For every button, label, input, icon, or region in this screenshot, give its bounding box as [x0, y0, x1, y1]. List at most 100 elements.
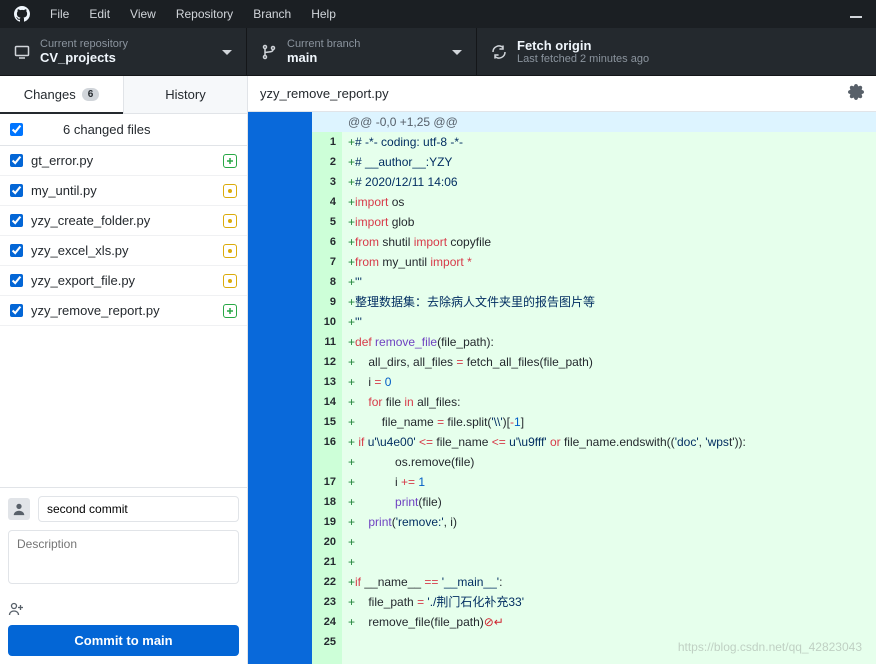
tab-history[interactable]: History	[123, 76, 247, 114]
commit-button[interactable]: Commit to main	[8, 625, 239, 656]
diff-code: @@ -0,0 +1,25 @@+# -*- coding: utf-8 -*-…	[342, 112, 876, 664]
current-branch-dropdown[interactable]: Current branch main	[247, 28, 477, 75]
code-line: +from my_until import *	[342, 252, 876, 272]
line-number: 10	[312, 312, 342, 332]
menu-bar: File Edit View Repository Branch Help	[0, 0, 876, 28]
current-repository-dropdown[interactable]: Current repository CV_projects	[0, 28, 247, 75]
monitor-icon	[14, 44, 30, 60]
code-line: +from shutil import copyfile	[342, 232, 876, 252]
file-row[interactable]: yzy_remove_report.py	[0, 296, 247, 326]
menu-edit[interactable]: Edit	[89, 7, 110, 21]
line-number: 17	[312, 472, 342, 492]
file-row[interactable]: yzy_export_file.py	[0, 266, 247, 296]
sync-icon	[491, 44, 507, 60]
add-coauthor-button[interactable]	[8, 597, 239, 625]
line-number: 1	[312, 132, 342, 152]
line-number: 3	[312, 172, 342, 192]
line-number: 22	[312, 572, 342, 592]
line-number: 23	[312, 592, 342, 612]
sidebar-tabs: Changes 6 History	[0, 76, 247, 114]
file-checkbox[interactable]	[10, 184, 23, 197]
fetch-label: Fetch origin	[517, 38, 649, 53]
branch-label: Current branch	[287, 38, 360, 50]
tab-changes[interactable]: Changes 6	[0, 76, 123, 114]
file-checkbox[interactable]	[10, 154, 23, 167]
repo-label: Current repository	[40, 38, 128, 50]
code-line: +	[342, 552, 876, 572]
file-checkbox[interactable]	[10, 274, 23, 287]
file-name: gt_error.py	[31, 153, 223, 168]
line-number: 14	[312, 392, 342, 412]
status-added-icon	[223, 154, 237, 168]
commit-summary-input[interactable]	[38, 496, 239, 522]
code-line: +import glob	[342, 212, 876, 232]
menu-branch[interactable]: Branch	[253, 7, 291, 21]
code-line: +'''	[342, 312, 876, 332]
window-minimize-icon[interactable]	[850, 10, 862, 18]
status-modified-icon	[223, 274, 237, 288]
line-number: 6	[312, 232, 342, 252]
file-list: gt_error.py my_until.pyyzy_create_folder.…	[0, 146, 247, 326]
tab-history-label: History	[165, 87, 205, 102]
code-line: + os.remove(file)	[342, 452, 876, 472]
diff-area: yzy_remove_report.py 1234567891011121314…	[248, 76, 876, 664]
line-number: 2	[312, 152, 342, 172]
diff-gutter-old	[248, 112, 312, 664]
line-number: 19	[312, 512, 342, 532]
code-line: +if __name__ == '__main__':	[342, 572, 876, 592]
line-number: 8	[312, 272, 342, 292]
diff-body[interactable]: 1234567891011121314151617181920212223242…	[248, 112, 876, 664]
file-checkbox[interactable]	[10, 304, 23, 317]
code-line: + remove_file(file_path)⊘↵	[342, 612, 876, 632]
menu-file[interactable]: File	[50, 7, 69, 21]
diff-gutter-new: 1234567891011121314151617181920212223242…	[312, 112, 342, 664]
code-line: + all_dirs, all_files = fetch_all_files(…	[342, 352, 876, 372]
code-line: + i += 1	[342, 472, 876, 492]
file-row[interactable]: my_until.py	[0, 176, 247, 206]
tab-changes-label: Changes	[24, 87, 76, 102]
commit-button-branch: main	[142, 633, 172, 648]
file-row[interactable]: gt_error.py	[0, 146, 247, 176]
code-line: +	[342, 532, 876, 552]
menu-repository[interactable]: Repository	[176, 7, 233, 21]
main-content: Changes 6 History 6 changed files gt_err…	[0, 76, 876, 664]
line-number: 13	[312, 372, 342, 392]
code-line: + if u'\u4e00' <= file_name <= u'\u9fff'…	[342, 432, 876, 452]
gear-icon[interactable]	[848, 84, 864, 103]
branch-name: main	[287, 50, 360, 65]
diff-filename: yzy_remove_report.py	[260, 86, 389, 101]
code-line: +# 2020/12/11 14:06	[342, 172, 876, 192]
line-number: 7	[312, 252, 342, 272]
changes-count-badge: 6	[82, 88, 100, 101]
file-row[interactable]: yzy_create_folder.py	[0, 206, 247, 236]
line-number: 12	[312, 352, 342, 372]
commit-button-prefix: Commit to	[74, 633, 142, 648]
menu-help[interactable]: Help	[311, 7, 336, 21]
commit-area: Commit to main	[0, 487, 247, 664]
line-number: 9	[312, 292, 342, 312]
line-number: 18	[312, 492, 342, 512]
code-line: +整理数据集：去除病人文件夹里的报告图片等	[342, 292, 876, 312]
code-line: + i = 0	[342, 372, 876, 392]
line-number: 20	[312, 532, 342, 552]
code-line: + print(file)	[342, 492, 876, 512]
select-all-checkbox[interactable]	[10, 123, 23, 136]
avatar	[8, 498, 30, 520]
menu-view[interactable]: View	[130, 7, 156, 21]
fetch-origin-button[interactable]: Fetch origin Last fetched 2 minutes ago	[477, 28, 876, 75]
diff-header: yzy_remove_report.py	[248, 76, 876, 112]
line-number: 24	[312, 612, 342, 632]
file-checkbox[interactable]	[10, 214, 23, 227]
file-checkbox[interactable]	[10, 244, 23, 257]
status-modified-icon	[223, 184, 237, 198]
status-added-icon	[223, 304, 237, 318]
sidebar: Changes 6 History 6 changed files gt_err…	[0, 76, 248, 664]
commit-description-input[interactable]	[8, 530, 239, 584]
file-row[interactable]: yzy_excel_xls.py	[0, 236, 247, 266]
file-name: yzy_remove_report.py	[31, 303, 223, 318]
code-line: + for file in all_files:	[342, 392, 876, 412]
git-branch-icon	[261, 44, 277, 60]
code-line: +def remove_file(file_path):	[342, 332, 876, 352]
line-number: 5	[312, 212, 342, 232]
status-modified-icon	[223, 214, 237, 228]
